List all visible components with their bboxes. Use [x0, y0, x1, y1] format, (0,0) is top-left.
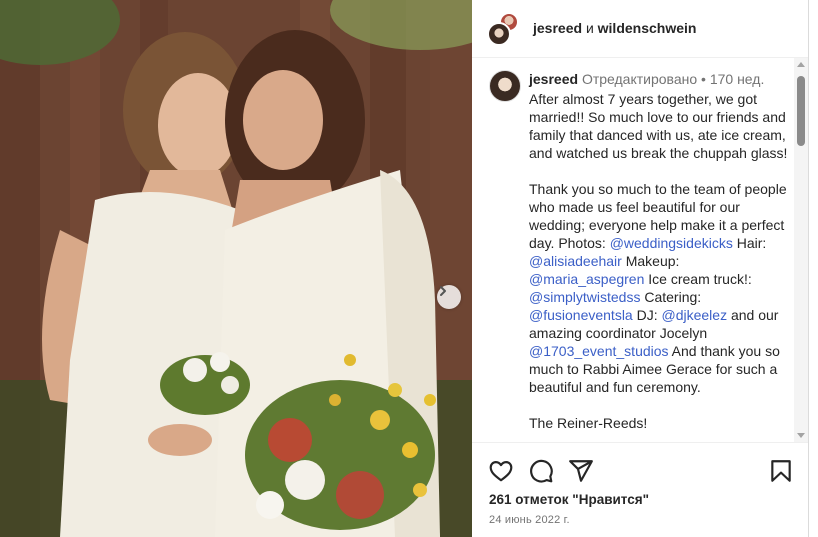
heart-icon: [489, 461, 513, 482]
mention-link[interactable]: @djkeelez: [662, 307, 728, 323]
post-footer: 261 отметок "Нравится" 24 июнь 2022 г.: [472, 442, 808, 537]
header-conjunction: и: [585, 20, 594, 36]
caption-avatar[interactable]: [489, 70, 521, 102]
save-button[interactable]: [768, 458, 794, 484]
post-header: jesreed и wildenschwein: [472, 0, 808, 58]
scrollbar-thumb[interactable]: [797, 76, 805, 146]
scroll-down-arrow-icon[interactable]: [797, 433, 805, 438]
header-author-link[interactable]: jesreed: [533, 20, 582, 36]
mention-link[interactable]: @alisiadeehair: [529, 253, 622, 269]
caption-text-segment: Catering:: [640, 289, 702, 305]
caption-paragraph-1: After almost 7 years together, we got ma…: [529, 91, 788, 161]
edited-label: Отредактировано: [581, 71, 698, 87]
panel-divider: [808, 0, 809, 537]
collab-avatars[interactable]: [487, 12, 519, 46]
like-button[interactable]: [488, 458, 514, 484]
mention-link[interactable]: @1703_event_studios: [529, 343, 669, 359]
caption-signoff: The Reiner-Reeds!: [529, 415, 648, 431]
author-avatar[interactable]: [487, 22, 511, 46]
comment-icon: [530, 459, 553, 483]
post-date[interactable]: 24 июнь 2022 г.: [489, 514, 570, 526]
mention-link[interactable]: @fusioneventsla: [529, 307, 633, 323]
comments-scrollbar[interactable]: [794, 58, 808, 442]
caption-paragraph-2: Thank you so much to the team of people …: [529, 180, 791, 396]
post-side-panel: jesreed и wildenschwein jesreed Отредакт…: [472, 0, 818, 537]
post-age[interactable]: 170 нед.: [710, 71, 765, 87]
mention-link[interactable]: @weddingsidekicks: [610, 235, 733, 251]
share-button[interactable]: [568, 458, 594, 484]
wedding-photo-illustration: [0, 0, 472, 537]
caption-text-segment: Hair:: [732, 235, 767, 251]
chevron-right-icon: [440, 286, 446, 296]
caption-text: After almost 7 years together, we got ma…: [529, 90, 791, 442]
post-photo: [0, 0, 472, 537]
scroll-up-arrow-icon[interactable]: [797, 62, 805, 67]
caption-author-link[interactable]: jesreed: [529, 71, 578, 87]
caption-text-segment: DJ:: [632, 307, 662, 323]
send-icon: [569, 460, 593, 482]
bookmark-icon: [771, 460, 791, 482]
likes-count[interactable]: 261 отметок "Нравится": [489, 492, 649, 507]
mention-link[interactable]: @maria_aspegren: [529, 271, 644, 287]
comment-button[interactable]: [528, 458, 554, 484]
header-authors: jesreed и wildenschwein: [533, 20, 696, 36]
next-photo-button[interactable]: [437, 285, 461, 309]
caption-text-segment: Ice cream truck!:: [644, 271, 752, 287]
caption-meta: jesreed Отредактировано • 170 нед.: [529, 71, 764, 87]
meta-separator: •: [701, 71, 706, 87]
header-coauthor-link[interactable]: wildenschwein: [598, 20, 697, 36]
caption-text-segment: Makeup:: [621, 253, 680, 269]
comments-area[interactable]: jesreed Отредактировано • 170 нед. After…: [472, 58, 808, 442]
mention-link[interactable]: @simplytwistedss: [529, 289, 640, 305]
